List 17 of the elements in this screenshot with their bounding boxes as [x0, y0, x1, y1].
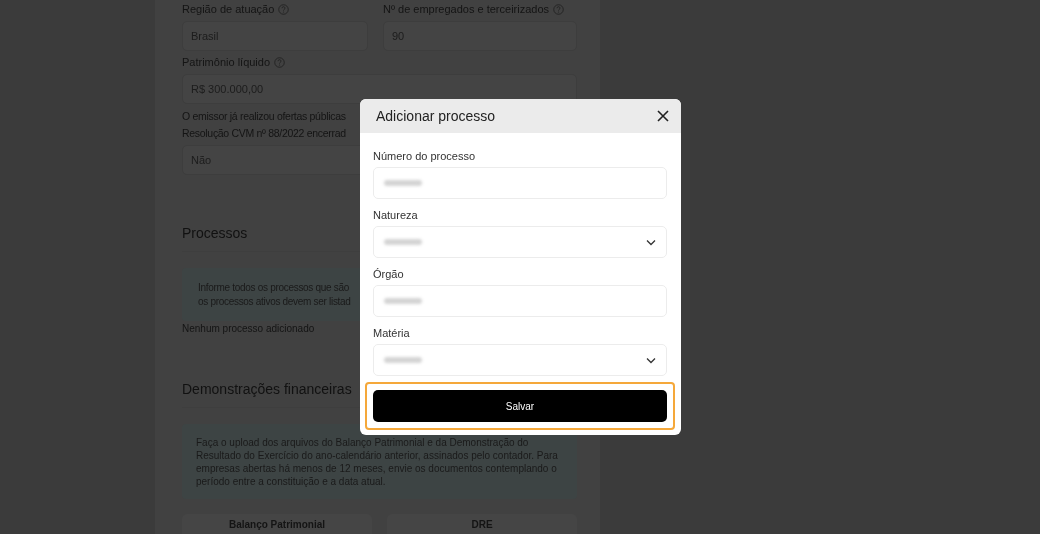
- input-field[interactable]: [373, 167, 667, 199]
- blurred-value: [384, 357, 422, 363]
- blurred-value: [384, 180, 422, 186]
- field-label: Órgão: [373, 267, 404, 281]
- save-button[interactable]: Salvar: [373, 390, 667, 422]
- chevron-down-icon: [646, 238, 656, 246]
- chevron-down-icon: [646, 356, 656, 364]
- select-field[interactable]: [373, 344, 667, 376]
- field-label: Natureza: [373, 208, 418, 222]
- field-label: Matéria: [373, 326, 410, 340]
- close-icon[interactable]: [655, 108, 671, 124]
- blurred-value: [384, 298, 422, 304]
- field-label: Número do processo: [373, 149, 476, 163]
- input-field[interactable]: [373, 285, 667, 317]
- dialog-title: Adicionar processo: [376, 108, 496, 124]
- select-field[interactable]: [373, 226, 667, 258]
- blurred-value: [384, 239, 422, 245]
